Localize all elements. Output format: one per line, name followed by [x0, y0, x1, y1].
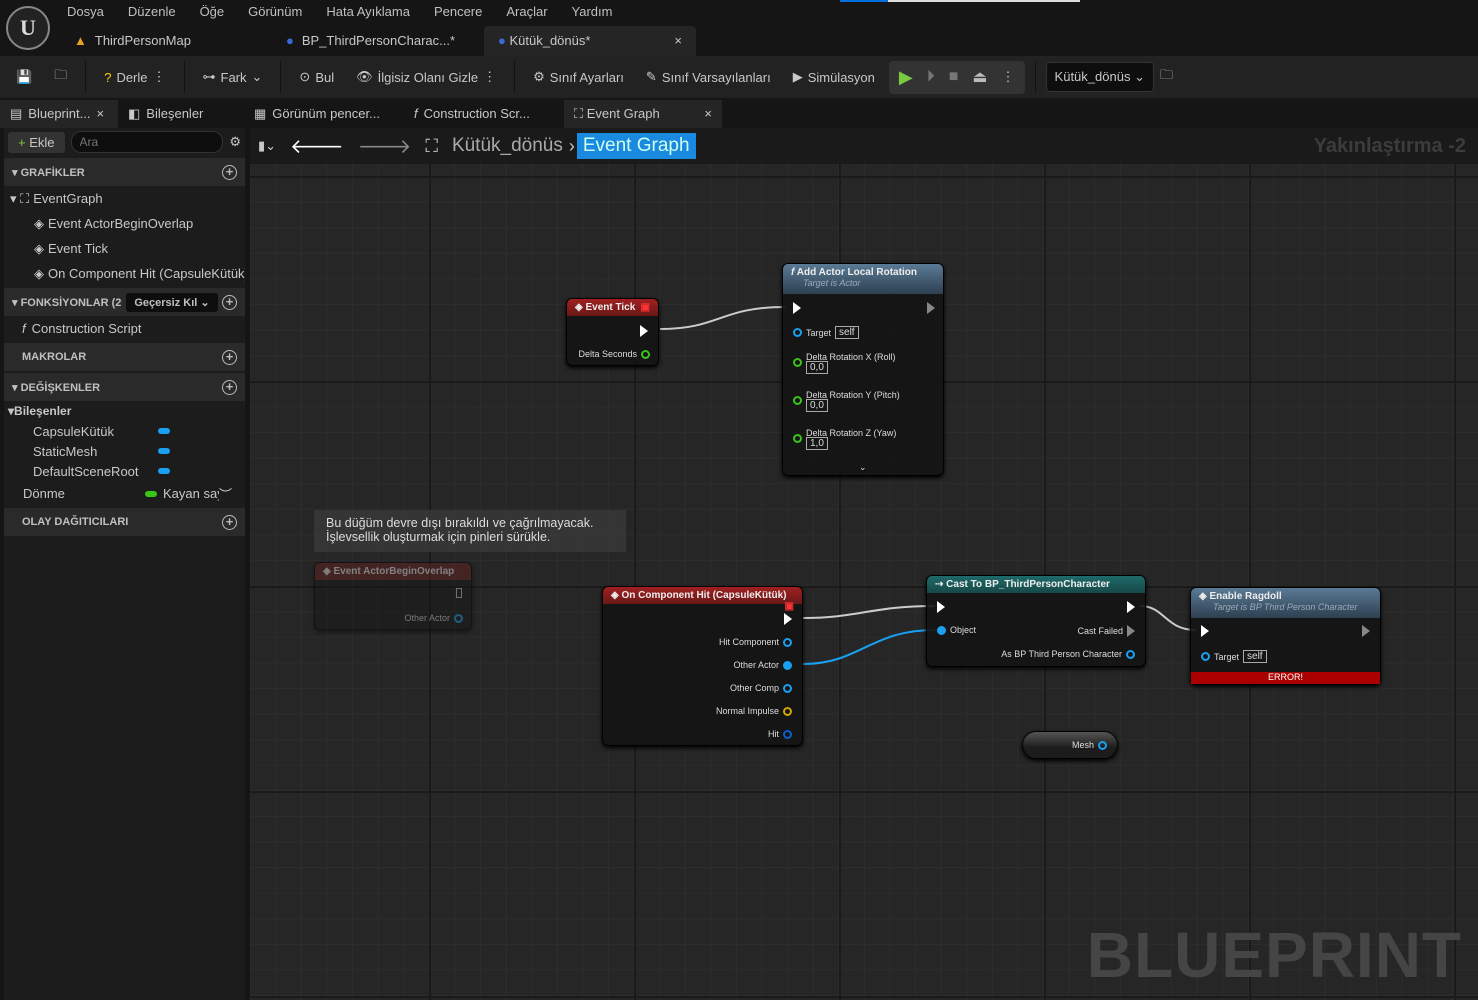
node-add-actor-local-rotation[interactable]: f Add Actor Local Rotation Target is Acto…	[782, 263, 944, 476]
expand-icon[interactable]: ⌄	[859, 462, 867, 473]
node-event-actor-begin-overlap[interactable]: ◈ Event ActorBeginOverlap Other Actor	[314, 562, 472, 630]
target-field[interactable]: self	[1243, 650, 1267, 663]
pitch-input[interactable]: 0,0	[806, 399, 828, 412]
exec-wire	[659, 306, 786, 330]
node-event-tick[interactable]: ◈ Event Tick ▣ Delta Seconds	[566, 298, 659, 366]
target-field[interactable]: self	[835, 326, 859, 339]
exec-wire	[1139, 605, 1197, 631]
yaw-input[interactable]: 1,0	[806, 437, 828, 450]
exec-wire	[802, 605, 936, 619]
exec-out-pin[interactable]	[640, 325, 648, 337]
node-mesh-getter[interactable]: Mesh	[1022, 731, 1118, 759]
node-on-component-hit[interactable]: ◈ On Component Hit (CapsuleKütük) ▣ Hit …	[602, 586, 803, 746]
node-enable-ragdoll[interactable]: ◈ Enable Ragdoll Target is BP Third Perso…	[1190, 587, 1381, 685]
node-cast-to-character[interactable]: ⇢ Cast To BP_ThirdPersonCharacter Object…	[926, 575, 1146, 667]
error-banner: ERROR!	[1191, 672, 1380, 684]
object-wire	[802, 629, 936, 665]
roll-input[interactable]: 0,0	[806, 361, 828, 374]
wires	[659, 306, 1197, 665]
float-pin[interactable]	[641, 349, 650, 359]
disabled-node-comment: Bu düğüm devre dışı bırakıldı ve çağrılm…	[314, 510, 626, 552]
